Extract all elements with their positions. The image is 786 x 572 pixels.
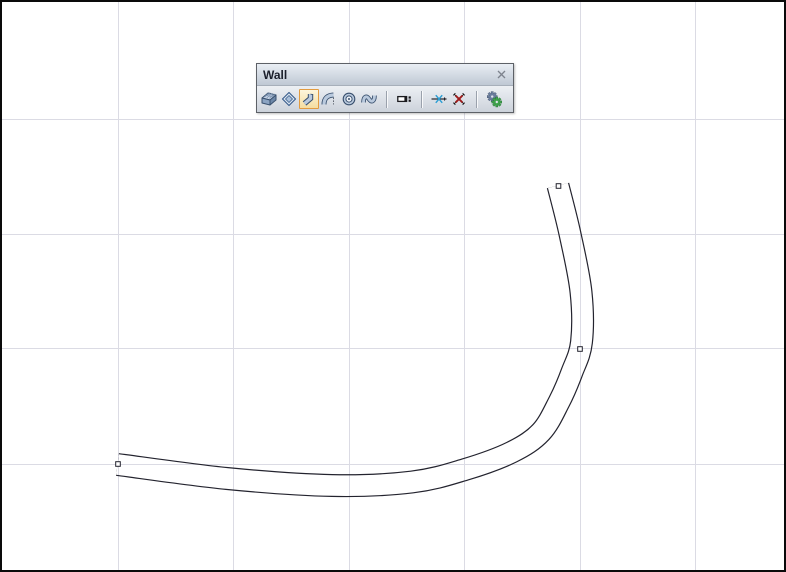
settings-button[interactable]: [484, 89, 504, 109]
close-icon[interactable]: [497, 70, 506, 79]
axis-cross-icon: [431, 94, 447, 104]
corner-wall-icon: [302, 93, 314, 106]
corner-wall-button[interactable]: [299, 89, 319, 109]
diamond-icon: [281, 91, 297, 107]
app-window: Wall: [0, 0, 786, 572]
wall-node[interactable]: [115, 461, 121, 467]
polyline-wall-button[interactable]: [359, 89, 379, 109]
curved-wall-icon: [321, 92, 334, 105]
toolbar-separator: [476, 90, 477, 108]
palette-title: Wall: [263, 67, 288, 82]
diamond-wall-button[interactable]: [279, 89, 299, 109]
wall-end-icon: [397, 95, 411, 103]
red-x-icon: [452, 92, 466, 106]
straight-wall-button[interactable]: [259, 89, 279, 109]
toolbar-separator: [421, 90, 422, 108]
palette-toolbar: [257, 86, 513, 112]
gears-icon: [486, 90, 502, 107]
circle-wall-icon: [342, 92, 356, 106]
reference-line-button[interactable]: [429, 89, 449, 109]
toolbar-separator: [386, 90, 387, 108]
wall-node[interactable]: [555, 183, 562, 189]
reference-line-off-button[interactable]: [449, 89, 469, 109]
zigzag-wall-icon: [361, 94, 377, 104]
circular-wall-button[interactable]: [339, 89, 359, 109]
curved-wall-button[interactable]: [319, 89, 339, 109]
wall-end-button[interactable]: [394, 89, 414, 109]
wall-tool-palette: Wall: [256, 63, 514, 113]
wall-node[interactable]: [577, 346, 583, 352]
palette-titlebar[interactable]: Wall: [257, 64, 513, 86]
straight-wall-icon: [261, 92, 277, 106]
